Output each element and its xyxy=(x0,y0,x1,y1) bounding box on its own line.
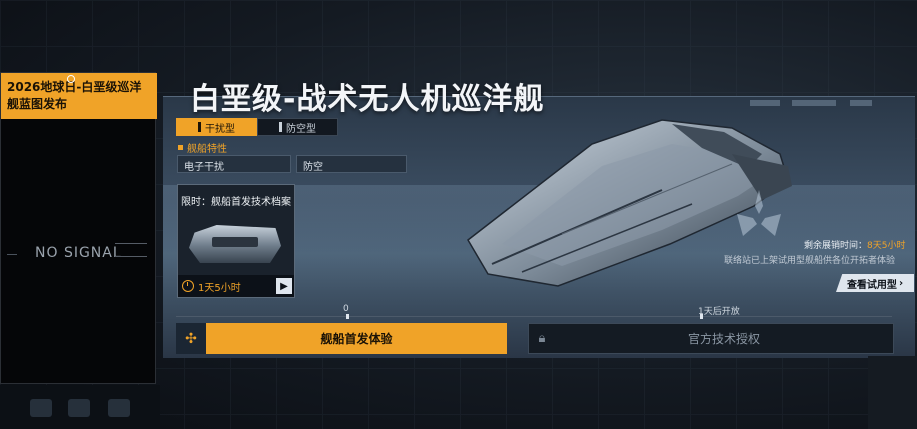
feature-chip-ecm: 电子干扰 xyxy=(177,155,291,173)
tab-marker xyxy=(279,122,282,132)
tech-archive-card[interactable]: 限时：舰船首发技术档案 1天5小时 ▶ xyxy=(177,184,295,298)
video-feed-panel[interactable]: 2026地球日-白垩级巡洋舰蓝图发布 NO SIGNAL xyxy=(0,72,157,384)
timeline-marker xyxy=(346,314,349,319)
feature-chip-anti-air: 防空 xyxy=(296,155,407,173)
lock-icon: 🔒︎ xyxy=(538,331,546,346)
archive-timer: 1天5小时 xyxy=(198,282,241,294)
no-signal-text: NO SIGNAL xyxy=(35,245,122,261)
faction-emblem-icon xyxy=(737,190,781,236)
tab-marker xyxy=(198,122,201,132)
archive-image-detail xyxy=(212,237,258,247)
features-heading: 舰船特性 xyxy=(178,140,227,155)
bullet-icon xyxy=(178,145,183,150)
chevron-right-icon: › xyxy=(898,277,904,289)
timeline-start-label: 0 xyxy=(343,304,349,314)
first-experience-label: 舰船首发体验 xyxy=(320,332,393,346)
event-banner-title: 2026地球日-白垩级巡洋舰蓝图发布 xyxy=(7,80,142,111)
corner-button[interactable] xyxy=(868,356,917,429)
tab-jammer[interactable]: 干扰型 xyxy=(176,118,257,136)
tab-label: 干扰型 xyxy=(205,123,235,135)
event-banner[interactable]: 2026地球日-白垩级巡洋舰蓝图发布 xyxy=(1,73,157,119)
first-experience-button[interactable]: ✣ 舰船首发体验 xyxy=(176,323,507,354)
toolbar-icon[interactable] xyxy=(108,399,130,417)
variant-tabs: 干扰型 防空型 xyxy=(176,118,338,136)
timeline-marker xyxy=(700,314,703,319)
pin-icon xyxy=(67,75,75,83)
archive-footer: 1天5小时 ▶ xyxy=(178,275,294,297)
divider xyxy=(7,254,17,255)
tab-label: 防空型 xyxy=(286,123,316,135)
timeline-open-label: 1天后开放 xyxy=(698,307,740,317)
trial-notice: 联络站已上架试用型舰船供各位开拓者体验 xyxy=(724,256,896,266)
bottom-toolbar xyxy=(0,385,160,429)
remaining-label: 剩余展销时间： xyxy=(804,241,868,251)
tab-anti-air[interactable]: 防空型 xyxy=(257,118,338,136)
official-license-label: 官方技术授权 xyxy=(687,332,760,346)
official-license-button[interactable]: 🔒︎ 官方技术授权 xyxy=(528,323,894,354)
archive-arrow-button[interactable]: ▶ xyxy=(276,278,292,294)
features-heading-label: 舰船特性 xyxy=(187,144,227,155)
release-timeline xyxy=(176,316,892,317)
toolbar-icon[interactable] xyxy=(68,399,90,417)
remaining-sale-time: 剩余展销时间：8天5小时 xyxy=(804,238,905,251)
clock-icon xyxy=(182,280,194,292)
remaining-value: 8天5小时 xyxy=(867,241,906,251)
signal-indicator xyxy=(115,243,147,257)
toolbar-icon[interactable] xyxy=(30,399,52,417)
ship-title: 白垩级-战术无人机巡洋舰 xyxy=(190,82,545,117)
drone-network-icon: ✣ xyxy=(176,323,206,354)
view-trial-label: 查看试用型 xyxy=(846,279,897,291)
archive-label: 限时：舰船首发技术档案 xyxy=(181,197,291,208)
view-trial-button[interactable]: 查看试用型 › xyxy=(836,274,914,292)
